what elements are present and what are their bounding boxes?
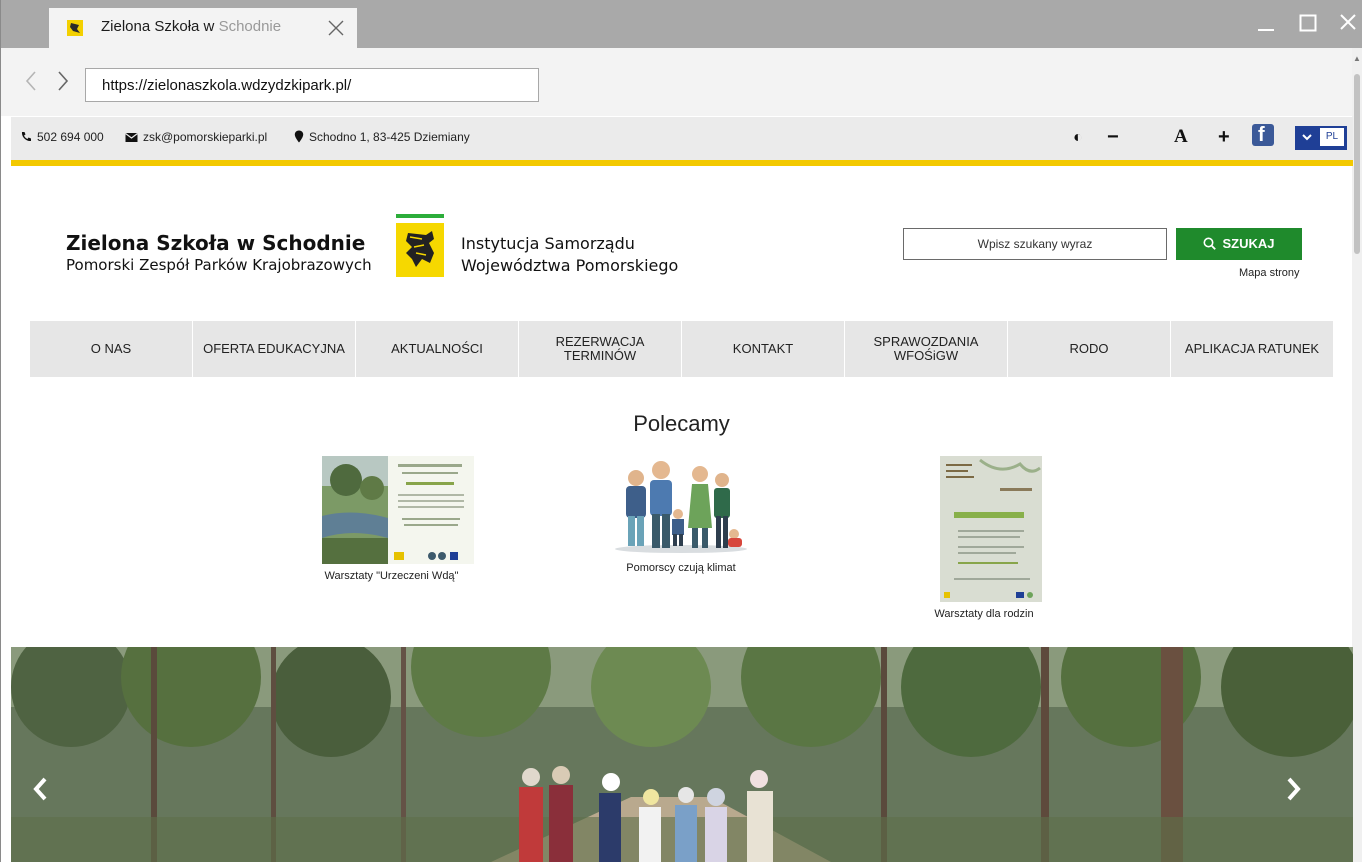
back-arrow-icon[interactable]	[25, 70, 37, 97]
nav-item-kontakt[interactable]: KONTAKT	[681, 321, 844, 377]
featured-card-caption[interactable]: Pomorscy czują klimat	[606, 562, 756, 574]
main-navigation: O NAS OFERTA EDUKACYJNA AKTUALNOŚCI REZE…	[30, 321, 1333, 377]
nav-item-rodo[interactable]: RODO	[1007, 321, 1170, 377]
font-decrease-button[interactable]: −	[1107, 125, 1119, 149]
featured-title: Polecamy	[633, 411, 730, 436]
site-subtitle: Pomorski Zespół Parków Krajobrazowych	[66, 256, 372, 274]
nav-item-o-nas[interactable]: O NAS	[30, 321, 192, 377]
featured-card[interactable]: Warsztaty "Urzeczeni Wdą"	[309, 456, 474, 582]
site-name[interactable]: Zielona Szkoła w Schodnie	[66, 231, 365, 255]
pomorskie-crest-icon[interactable]	[396, 223, 444, 277]
phone-text: 502 694 000	[37, 130, 104, 144]
browser-tab[interactable]: Zielona Szkoła w Schodnie	[49, 8, 357, 48]
forest-photo	[11, 647, 1353, 862]
institution-line2: Województwa Pomorskiego	[461, 256, 679, 275]
language-code: PL	[1320, 128, 1344, 146]
scroll-thumb[interactable]	[1354, 74, 1360, 254]
slider-prev-arrow[interactable]	[31, 775, 49, 809]
featured-section: Polecamy Warsztaty "Urzeczeni Wdą" Pomor…	[44, 389, 1319, 647]
slider-next-arrow[interactable]	[1285, 775, 1303, 809]
urzeczeni-wda-poster	[322, 456, 474, 564]
facebook-icon[interactable]: f	[1252, 124, 1274, 146]
phone-contact[interactable]: 502 694 000	[20, 130, 104, 144]
featured-card-caption[interactable]: Warsztaty "Urzeczeni Wdą"	[309, 570, 474, 582]
browser-window: Zielona Szkoła w Schodnie https://zielon…	[0, 0, 1362, 862]
utility-bar: 502 694 000 zsk@pomorskieparki.pl Schodn…	[11, 117, 1353, 166]
envelope-icon	[125, 133, 138, 142]
url-input[interactable]: https://zielonaszkola.wdzydzkipark.pl/	[85, 68, 539, 102]
email-text: zsk@pomorskieparki.pl	[143, 130, 268, 144]
address-text: Schodno 1, 83-425 Dziemiany	[309, 130, 470, 144]
featured-card[interactable]: Warsztaty dla rodzin	[904, 456, 1064, 620]
font-default-button[interactable]: A	[1174, 125, 1188, 149]
address-bar: https://zielonaszkola.wdzydzkipark.pl/	[1, 48, 1353, 116]
maximize-icon[interactable]	[1299, 8, 1317, 43]
language-selector[interactable]: PL	[1295, 126, 1347, 150]
close-icon[interactable]	[1339, 8, 1357, 43]
tab-close-icon[interactable]	[327, 14, 345, 43]
forward-arrow-icon[interactable]	[57, 70, 69, 97]
search-input[interactable]: Wpisz szukany wyraz	[903, 228, 1167, 260]
institution-line1: Instytucja Samorządu	[461, 234, 635, 253]
title-bar: Zielona Szkoła w Schodnie	[1, 0, 1362, 48]
location-pin-icon	[294, 130, 304, 143]
nav-item-aktualnosci[interactable]: AKTUALNOŚCI	[355, 321, 518, 377]
featured-card-caption[interactable]: Warsztaty dla rodzin	[904, 608, 1064, 620]
favicon-icon	[67, 20, 83, 36]
url-text: https://zielonaszkola.wdzydzkipark.pl/	[102, 77, 352, 94]
minimize-icon[interactable]	[1257, 8, 1275, 43]
chevron-left-icon	[33, 777, 47, 801]
chevron-down-icon	[1302, 130, 1312, 144]
email-contact[interactable]: zsk@pomorskieparki.pl	[125, 130, 267, 144]
contrast-icon[interactable]: ◐	[1073, 126, 1083, 150]
nav-item-sprawozdania[interactable]: SPRAWOZDANIA WFOŚiGW	[844, 321, 1007, 377]
nav-item-oferta-edukacyjna[interactable]: OFERTA EDUKACYJNA	[192, 321, 355, 377]
nav-item-rezerwacja-terminow[interactable]: REZERWACJA TERMINÓW	[518, 321, 681, 377]
featured-card[interactable]: Pomorscy czują klimat	[606, 456, 756, 574]
scroll-up-icon[interactable]: ▲	[1353, 54, 1361, 63]
phone-icon	[21, 132, 31, 142]
search-button[interactable]: SZUKAJ	[1176, 228, 1302, 260]
address-contact: Schodno 1, 83-425 Dziemiany	[294, 130, 470, 144]
sitemap-link[interactable]: Mapa strony	[1239, 267, 1300, 279]
tab-title: Zielona Szkoła w Schodnie	[101, 18, 282, 35]
search-icon	[1203, 237, 1217, 250]
font-increase-button[interactable]: +	[1218, 125, 1230, 149]
page-scrollbar[interactable]: ▲	[1352, 48, 1362, 862]
hero-slider[interactable]	[11, 647, 1353, 862]
family-illustration	[615, 461, 747, 553]
crest-accent-bar	[396, 214, 444, 218]
nav-item-aplikacja-ratunek[interactable]: APLIKACJA RATUNEK	[1170, 321, 1333, 377]
chevron-right-icon	[1287, 777, 1301, 801]
warsztaty-dla-rodzin-poster	[940, 456, 1042, 602]
